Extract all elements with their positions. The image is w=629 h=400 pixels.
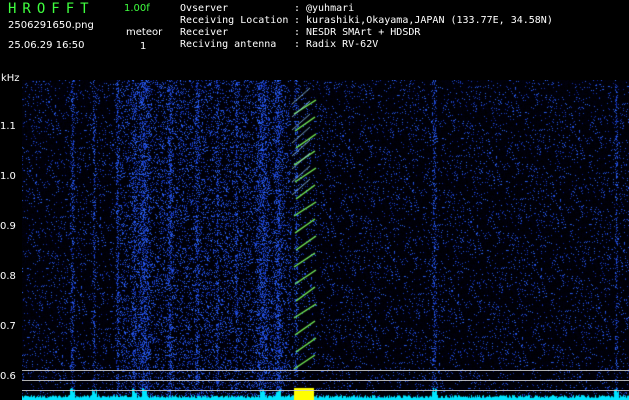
filename: 2506291650.png bbox=[8, 20, 94, 31]
info-observer: Ovserver: @yuhmari bbox=[180, 3, 355, 14]
threshold-line bbox=[22, 380, 629, 381]
antenna-value: Radix RV-62V bbox=[306, 39, 379, 50]
info-location: Receiving Location: kurashiki,Okayama,JAP… bbox=[180, 15, 553, 26]
y-tick-label: 0.6 bbox=[0, 371, 16, 382]
app-version: 1.00f bbox=[124, 3, 150, 14]
meteor-count: 1 bbox=[140, 41, 147, 52]
y-tick-label: 0.8 bbox=[0, 271, 16, 282]
location-value: kurashiki,Okayama,JAPAN (133.77E, 34.58N… bbox=[306, 15, 553, 26]
y-tick-label: 0.7 bbox=[0, 321, 16, 332]
y-tick-label: 0.9 bbox=[0, 221, 16, 232]
y-axis-unit: kHz bbox=[1, 73, 20, 84]
y-tick-label: 1.1 bbox=[0, 121, 16, 132]
spectrogram bbox=[22, 80, 629, 400]
info-antenna: Reciving antenna: Radix RV-62V bbox=[180, 39, 379, 50]
receiver-value: NESDR SMArt + HDSDR bbox=[306, 27, 421, 38]
datetime: 25.06.29 16:50 bbox=[8, 40, 85, 51]
observer-value: @yuhmari bbox=[306, 3, 355, 14]
header-panel: HROFFT 1.00f 2506291650.png 25.06.29 16:… bbox=[0, 0, 629, 80]
app-title: HROFFT bbox=[8, 1, 95, 17]
y-tick-label: 1.0 bbox=[0, 171, 16, 182]
meteor-label: meteor bbox=[126, 27, 163, 38]
info-receiver: Receiver: NESDR SMArt + HDSDR bbox=[180, 27, 421, 38]
threshold-line bbox=[22, 390, 629, 391]
threshold-line bbox=[22, 370, 629, 371]
